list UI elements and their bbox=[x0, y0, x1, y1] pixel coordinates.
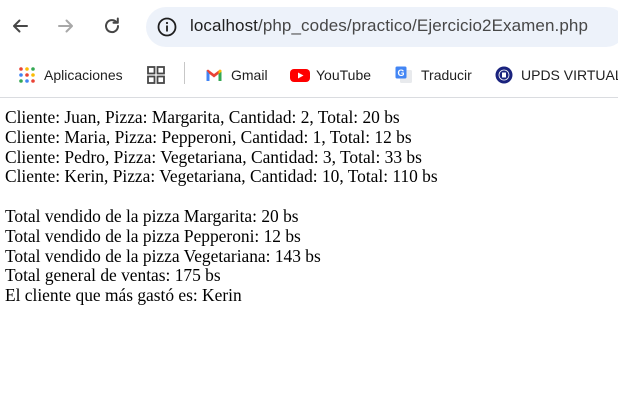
apps-grid-icon bbox=[18, 66, 36, 84]
youtube-icon bbox=[290, 66, 310, 84]
bookmark-label: Gmail bbox=[231, 67, 268, 83]
translate-icon: G bbox=[395, 66, 413, 84]
url-text[interactable]: localhost/php_codes/practico/Ejercicio2E… bbox=[190, 16, 588, 36]
url-path: /php_codes/practico/Ejercicio2Examen.php bbox=[258, 16, 589, 35]
page-content: Cliente: Juan, Pizza: Margarita, Cantida… bbox=[5, 107, 438, 306]
back-button[interactable] bbox=[4, 10, 36, 42]
url-host: localhost bbox=[190, 16, 258, 35]
order-line: Cliente: Maria, Pizza: Pepperoni, Cantid… bbox=[5, 126, 412, 147]
reload-icon bbox=[105, 17, 120, 34]
bookmarks-bar: Aplicaciones Gmail YouTube G Traducir UP… bbox=[0, 52, 618, 98]
bookmark-gmail[interactable]: Gmail bbox=[205, 64, 268, 86]
order-line: Cliente: Kerin, Pizza: Vegetariana, Cant… bbox=[5, 166, 438, 187]
summary-line: El cliente que más gastó es: Kerin bbox=[5, 285, 242, 306]
order-line: Cliente: Juan, Pizza: Margarita, Cantida… bbox=[5, 107, 400, 127]
tab-groups-icon bbox=[147, 66, 165, 84]
tab-groups-button[interactable] bbox=[147, 64, 173, 86]
bookmark-label: Traducir bbox=[421, 67, 472, 83]
summary-line: Total vendido de la pizza Vegetariana: 1… bbox=[5, 245, 321, 266]
address-bar[interactable]: localhost/php_codes/practico/Ejercicio2E… bbox=[146, 7, 618, 47]
arrow-right-icon bbox=[58, 19, 73, 33]
bookmark-label: Aplicaciones bbox=[44, 67, 123, 83]
bookmark-label: YouTube bbox=[316, 67, 372, 83]
gmail-icon bbox=[205, 66, 223, 84]
bookmark-aplicaciones[interactable]: Aplicaciones bbox=[18, 64, 123, 86]
bookmark-youtube[interactable]: YouTube bbox=[290, 64, 371, 86]
summary-line: Total vendido de la pizza Pepperoni: 12 … bbox=[5, 225, 301, 246]
summary-line: Total general de ventas: 175 bs bbox=[5, 265, 221, 286]
summary-line: Total vendido de la pizza Margarita: 20 … bbox=[5, 205, 299, 226]
bookmarks-separator bbox=[184, 62, 185, 84]
bookmark-label: UPDS VIRTUAL bbox=[521, 67, 618, 83]
upds-icon bbox=[495, 66, 513, 84]
bookmark-upds-virtual[interactable]: UPDS VIRTUAL bbox=[495, 64, 618, 86]
order-line: Cliente: Pedro, Pizza: Vegetariana, Cant… bbox=[5, 146, 422, 167]
reload-button[interactable] bbox=[96, 10, 128, 42]
svg-text:G: G bbox=[397, 68, 404, 78]
arrow-left-icon bbox=[13, 19, 28, 33]
bookmark-traducir[interactable]: G Traducir bbox=[395, 64, 472, 86]
forward-button[interactable] bbox=[50, 10, 82, 42]
browser-toolbar: localhost/php_codes/practico/Ejercicio2E… bbox=[0, 0, 618, 52]
site-info-icon[interactable] bbox=[156, 16, 178, 38]
